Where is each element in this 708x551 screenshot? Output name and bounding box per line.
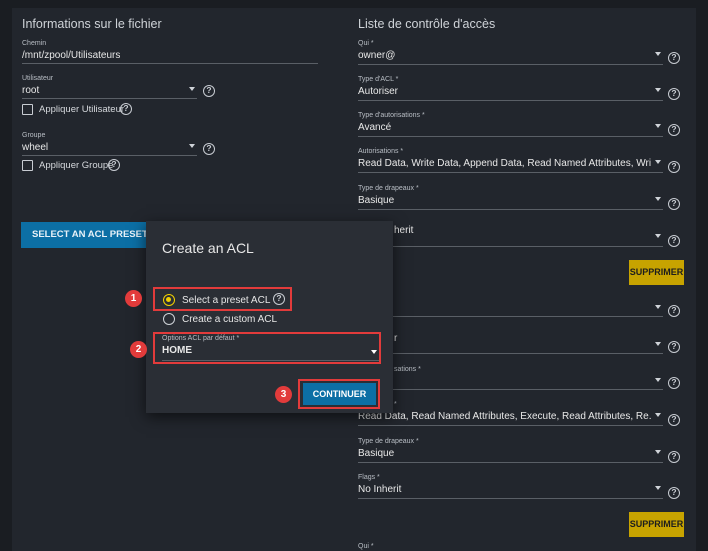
field-value: Avancé [358, 122, 392, 133]
callout-box-3 [298, 379, 380, 409]
apply-group-label: Appliquer Groupe [39, 160, 114, 171]
help-icon[interactable]: ? [108, 159, 120, 171]
delete-ace-button[interactable]: SUPPRIMER [629, 260, 684, 285]
group-value: wheel [22, 142, 49, 153]
field-label: Type d'autorisations * [358, 112, 425, 119]
acl-list-title: Liste de contrôle d'accès [358, 17, 496, 31]
chevron-down-icon [655, 378, 661, 382]
field-label: Flags * [358, 474, 380, 481]
who-select[interactable]: Qui * owner@ [358, 40, 663, 65]
select-acl-preset-button[interactable]: SELECT AN ACL PRESET [21, 222, 151, 248]
field-label: sations * [394, 366, 421, 373]
help-icon[interactable]: ? [668, 451, 680, 463]
path-value: /mnt/zpool/Utilisateurs [22, 50, 121, 61]
callout-box-2 [153, 332, 381, 364]
step-badge-2: 2 [130, 341, 147, 358]
permissions-type-select[interactable]: Type d'autorisations * Avancé [358, 112, 663, 137]
step-badge-1: 1 [125, 290, 142, 307]
chevron-down-icon [655, 486, 661, 490]
chevron-down-icon [189, 87, 195, 91]
dialog-title: Create an ACL [162, 240, 254, 256]
custom-acl-radio[interactable] [163, 313, 175, 325]
group-select[interactable]: Groupe wheel [22, 132, 197, 156]
field-label: Type d'ACL * [358, 76, 399, 83]
field-label: Qui * [358, 40, 374, 47]
delete-ace-button-2[interactable]: SUPPRIMER [629, 512, 684, 537]
step-badge-3: 3 [275, 386, 292, 403]
acl-type-select-2[interactable]: r [358, 330, 663, 354]
field-value: Read Data, Write Data, Append Data, Read… [358, 158, 651, 169]
help-icon[interactable]: ? [668, 52, 680, 64]
permissions-select[interactable]: Autorisations * Read Data, Write Data, A… [358, 148, 663, 173]
chevron-down-icon [655, 305, 661, 309]
apply-user-checkbox[interactable] [22, 104, 33, 115]
chevron-down-icon [655, 88, 661, 92]
callout-box-1 [153, 287, 292, 311]
field-label: Qui * [358, 543, 374, 550]
field-value: owner@ [358, 50, 396, 61]
apply-user-label: Appliquer Utilisateur [39, 104, 125, 115]
help-icon[interactable]: ? [668, 414, 680, 426]
chevron-down-icon [655, 450, 661, 454]
help-icon[interactable]: ? [668, 198, 680, 210]
chevron-down-icon [655, 197, 661, 201]
chevron-down-icon [655, 160, 661, 164]
field-value: herit [394, 225, 414, 236]
help-icon[interactable]: ? [668, 487, 680, 499]
flags-select-2[interactable]: Flags * No Inherit [358, 474, 663, 499]
permissions-select-2[interactable]: * Read Data, Read Named Attributes, Exec… [358, 401, 663, 426]
field-label: Type de drapeaux * [358, 185, 419, 192]
help-icon[interactable]: ? [668, 377, 680, 389]
who-select-2[interactable] [358, 293, 663, 317]
user-value: root [22, 85, 40, 96]
path-label: Chemin [22, 40, 47, 47]
field-value: No Inherit [358, 484, 402, 495]
field-value: Basique [358, 195, 395, 206]
flags-type-select-2[interactable]: Type de drapeaux * Basique [358, 438, 663, 463]
field-label: Autorisations * [358, 148, 404, 155]
flags-select[interactable]: herit [358, 222, 663, 247]
chevron-down-icon [655, 342, 661, 346]
field-label: Type de drapeaux * [358, 438, 419, 445]
chevron-down-icon [655, 234, 661, 238]
field-value: r [394, 333, 398, 344]
help-icon[interactable]: ? [668, 88, 680, 100]
user-label: Utilisateur [22, 75, 54, 82]
user-select[interactable]: Utilisateur root [22, 75, 197, 99]
permissions-type-select-2[interactable]: sations * [358, 366, 663, 390]
help-icon[interactable]: ? [668, 124, 680, 136]
flags-type-select[interactable]: Type de drapeaux * Basique [358, 185, 663, 210]
custom-acl-label: Create a custom ACL [182, 314, 278, 325]
field-value: Autoriser [358, 86, 399, 97]
file-info-title: Informations sur le fichier [22, 17, 162, 31]
help-icon[interactable]: ? [668, 235, 680, 247]
path-field: Chemin /mnt/zpool/Utilisateurs [22, 40, 318, 64]
chevron-down-icon [655, 124, 661, 128]
acl-type-select[interactable]: Type d'ACL * Autoriser [358, 76, 663, 101]
help-icon[interactable]: ? [203, 143, 215, 155]
field-value: Read Data, Read Named Attributes, Execut… [358, 411, 651, 422]
field-value: Basique [358, 448, 395, 459]
chevron-down-icon [655, 52, 661, 56]
field-label: * [394, 401, 397, 408]
help-icon[interactable]: ? [668, 341, 680, 353]
group-label: Groupe [22, 132, 46, 139]
apply-group-checkbox[interactable] [22, 160, 33, 171]
help-icon[interactable]: ? [668, 161, 680, 173]
chevron-down-icon [189, 144, 195, 148]
help-icon[interactable]: ? [668, 305, 680, 317]
who-select-3[interactable]: Qui * [358, 543, 663, 551]
help-icon[interactable]: ? [203, 85, 215, 97]
chevron-down-icon [655, 413, 661, 417]
help-icon[interactable]: ? [120, 103, 132, 115]
